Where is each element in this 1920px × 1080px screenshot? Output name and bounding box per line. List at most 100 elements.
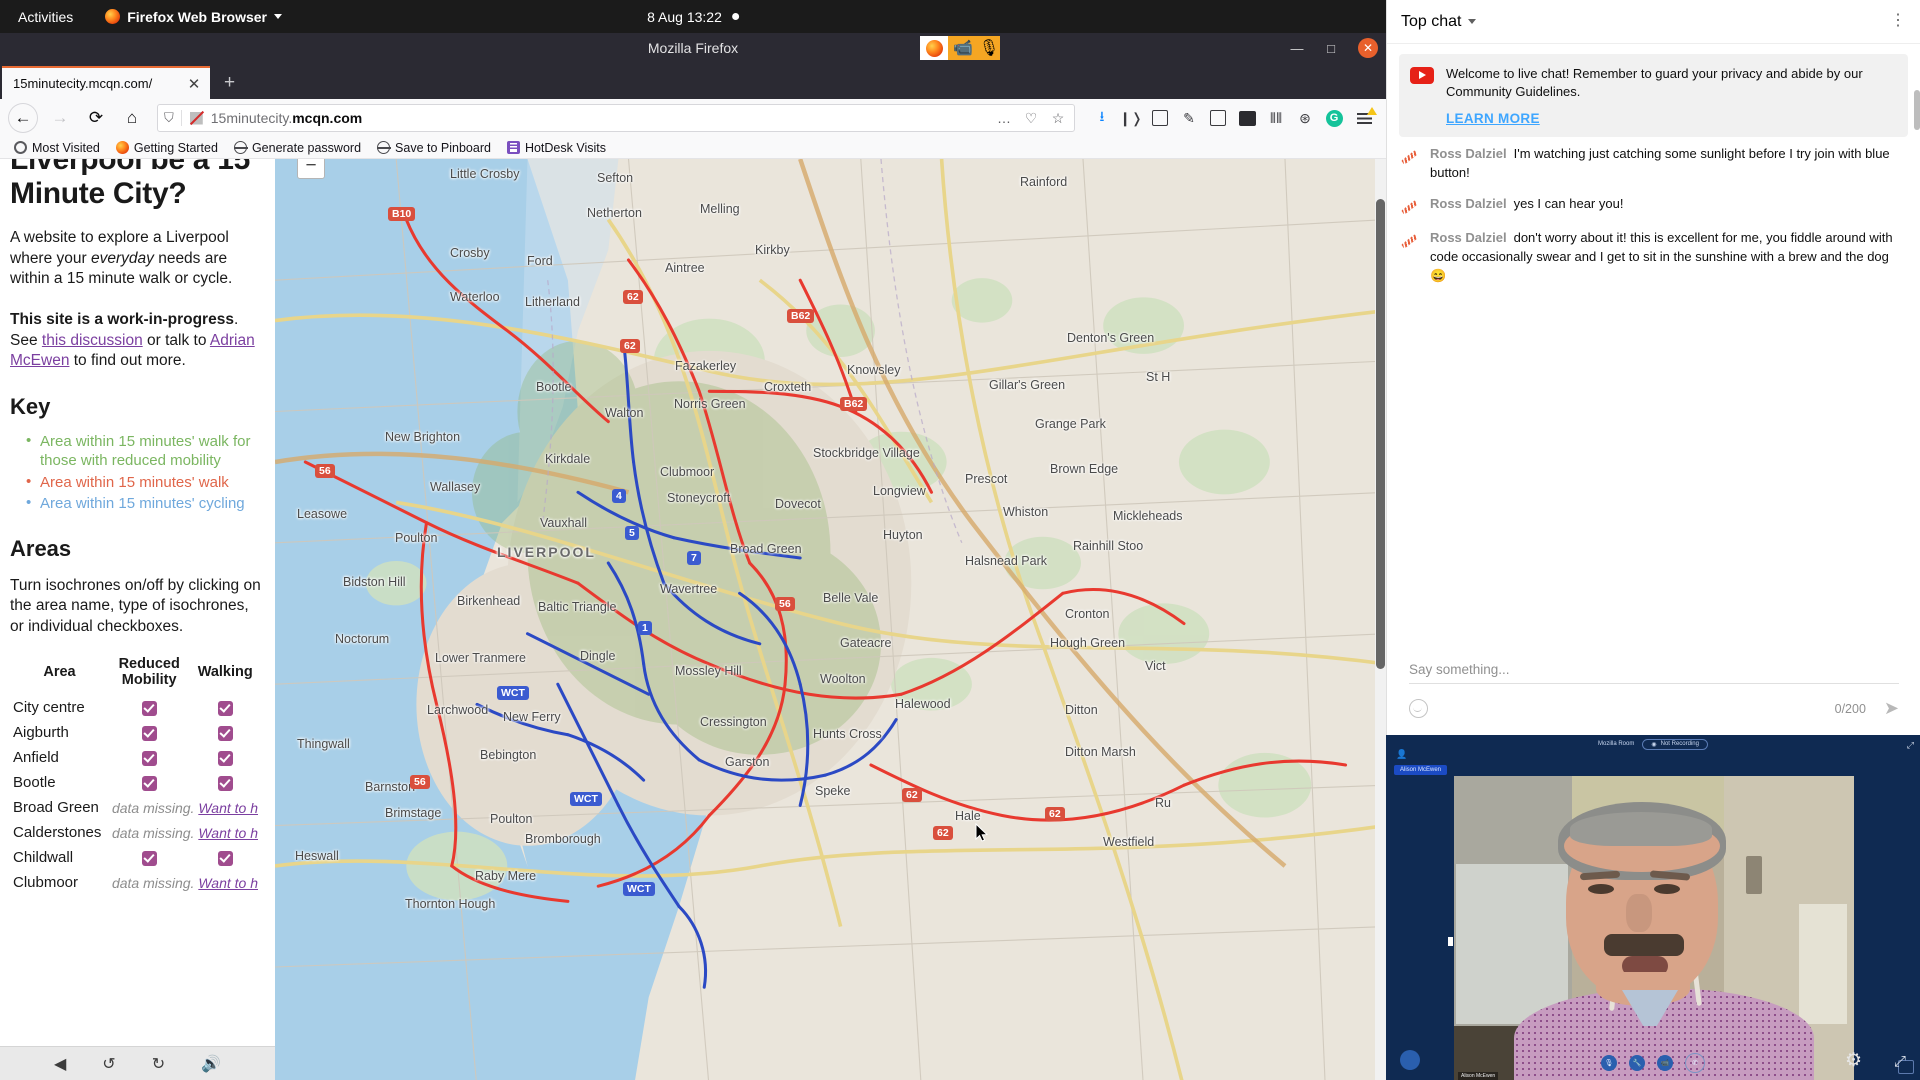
want-to-help-link[interactable]: Want to h — [198, 800, 258, 816]
forward-button[interactable]: → — [43, 103, 77, 133]
checkbox-checked-icon[interactable] — [217, 775, 233, 791]
column-header-reduced-mobility[interactable]: Reduced Mobility — [109, 654, 189, 695]
checkbox-checked-icon[interactable] — [217, 850, 233, 866]
app-menu-firefox[interactable]: Firefox Web Browser — [105, 9, 283, 25]
chat-author[interactable]: Ross Dalziel — [1430, 146, 1507, 161]
chat-scrollbar-thumb[interactable] — [1914, 90, 1920, 130]
checkbox-reduced-mobility[interactable] — [109, 770, 189, 795]
column-header-area[interactable]: Area — [10, 654, 109, 695]
close-icon[interactable]: ✕ — [186, 75, 202, 93]
checkbox-checked-icon[interactable] — [217, 700, 233, 716]
maximize-button[interactable]: □ — [1324, 41, 1338, 56]
volume-icon[interactable]: 🔊 — [201, 1054, 221, 1074]
library-icon[interactable]: ❙❭ — [1118, 105, 1144, 131]
checkbox-walking[interactable] — [189, 845, 261, 870]
checkbox-checked-icon[interactable] — [141, 725, 157, 741]
table-row[interactable]: City centre — [10, 695, 261, 720]
chat-author[interactable]: Ross Dalziel — [1430, 230, 1507, 245]
grammarly-icon[interactable]: G — [1321, 105, 1347, 131]
chat-input[interactable]: Say something... — [1409, 662, 1899, 677]
table-row[interactable]: Broad Green data missing. Want to h — [10, 795, 261, 820]
map-viewport[interactable]: − Little Crosby Sefton Rainford Netherton Me… — [275, 159, 1386, 1080]
checkbox-checked-icon[interactable] — [217, 725, 233, 741]
table-row[interactable]: Anfield — [10, 745, 261, 770]
settings-button[interactable]: 🔧 — [1629, 1055, 1645, 1071]
bookmark-generate-password[interactable]: Generate password — [228, 140, 367, 156]
chevron-down-icon[interactable] — [1468, 19, 1477, 24]
area-name[interactable]: Bootle — [10, 770, 109, 795]
dark-reader-icon[interactable] — [1234, 105, 1260, 131]
activities-button[interactable]: Activities — [0, 9, 87, 25]
checkbox-checked-icon[interactable] — [141, 700, 157, 716]
bookmark-star-icon[interactable]: ☆ — [1048, 110, 1068, 127]
screen-share-indicator[interactable]: 📹 🎙 — [920, 33, 1000, 63]
checkbox-walking[interactable] — [189, 770, 261, 795]
learn-more-link[interactable]: LEARN MORE — [1446, 111, 1895, 126]
video-corner-button[interactable] — [1400, 1050, 1420, 1070]
table-row[interactable]: Aigburth — [10, 720, 261, 745]
checkbox-checked-icon[interactable] — [141, 775, 157, 791]
recording-status-pill[interactable]: ◉ Not Recording — [1642, 738, 1708, 750]
pocket-icon[interactable]: ♡ — [1021, 110, 1041, 127]
close-button[interactable]: ✕ — [1358, 38, 1378, 58]
zoom-out-button[interactable]: − — [297, 159, 325, 179]
chat-input-row[interactable]: Say something... — [1409, 662, 1899, 684]
address-bar[interactable]: ⛉ 15minutecity.mcqn.com … ♡ ☆ — [157, 104, 1075, 132]
chat-author[interactable]: Ross Dalziel — [1430, 196, 1507, 211]
minimize-button[interactable]: — — [1290, 41, 1304, 56]
gear-icon[interactable]: ⚙ — [1845, 1049, 1862, 1072]
new-tab-button[interactable]: + — [224, 72, 235, 94]
area-name[interactable]: Childwall — [10, 845, 109, 870]
checkbox-walking[interactable] — [189, 695, 261, 720]
checkbox-reduced-mobility[interactable] — [109, 745, 189, 770]
area-name[interactable]: City centre — [10, 695, 109, 720]
checkbox-walking[interactable] — [189, 745, 261, 770]
want-to-help-link[interactable]: Want to h — [198, 875, 258, 891]
microphone-button[interactable]: 🎙 — [1601, 1055, 1617, 1071]
camera-button[interactable]: 📹 — [1657, 1055, 1673, 1071]
camera-sharing-icon[interactable]: 📹 — [948, 36, 978, 60]
chat-overflow-menu-icon[interactable]: ⋮ — [1890, 13, 1906, 29]
video-call-tile[interactable]: Mozilla Room ◉ Not Recording 👤 Alison Mc… — [1386, 735, 1920, 1080]
screenshot-icon[interactable] — [1205, 105, 1231, 131]
overflow-icon[interactable]: … — [994, 110, 1014, 126]
sidebar-icon[interactable] — [1147, 105, 1173, 131]
bookmark-getting-started[interactable]: Getting Started — [110, 140, 224, 156]
checkbox-reduced-mobility[interactable] — [109, 720, 189, 745]
area-name[interactable]: Clubmoor — [10, 870, 109, 895]
bookmark-save-to-pinboard[interactable]: Save to Pinboard — [371, 140, 497, 156]
bookmark-hotdesk-visits[interactable]: HotDesk Visits — [501, 140, 612, 156]
downloads-icon[interactable]: ⭳ — [1089, 105, 1115, 131]
checkbox-walking[interactable] — [189, 720, 261, 745]
scrollbar-thumb[interactable] — [1376, 199, 1385, 669]
area-name[interactable]: Broad Green — [10, 795, 109, 820]
area-name[interactable]: Aigburth — [10, 720, 109, 745]
want-to-help-link[interactable]: Want to h — [198, 825, 258, 841]
discussion-link[interactable]: this discussion — [42, 332, 143, 349]
shield-icon[interactable]: ⛉ — [164, 110, 174, 126]
send-icon[interactable]: ➤ — [1884, 698, 1899, 719]
checkbox-checked-icon[interactable] — [217, 750, 233, 766]
bookmark-most-visited[interactable]: Most Visited — [8, 140, 106, 156]
account-icon[interactable]: ⊛ — [1292, 105, 1318, 131]
forward-10-icon[interactable]: ↻ — [152, 1054, 165, 1074]
previous-icon[interactable]: ◀ — [54, 1054, 66, 1074]
noscript-icon[interactable] — [189, 111, 204, 126]
area-name[interactable]: Calderstones — [10, 820, 109, 845]
clock[interactable]: 8 Aug 13:22 — [647, 9, 739, 25]
home-button[interactable]: ⌂ — [115, 103, 149, 133]
chat-mode-label[interactable]: Top chat — [1401, 13, 1461, 31]
expand-icon[interactable]: ⤢ — [1907, 740, 1914, 751]
reload-button[interactable]: ⟳ — [79, 103, 113, 133]
emoji-icon[interactable] — [1409, 699, 1428, 718]
checkbox-reduced-mobility[interactable] — [109, 845, 189, 870]
checkbox-checked-icon[interactable] — [141, 750, 157, 766]
application-menu-button[interactable] — [1350, 105, 1378, 131]
table-row[interactable]: Bootle — [10, 770, 261, 795]
pocket-save-icon[interactable]: ✎ — [1176, 105, 1202, 131]
replay-10-icon[interactable]: ↺ — [102, 1054, 115, 1074]
columns-icon[interactable]: ⦀⦀ — [1263, 105, 1289, 131]
fullscreen-icon[interactable]: ⤢ — [1894, 1053, 1906, 1070]
leave-button[interactable]: ✆ — [1685, 1053, 1705, 1073]
microphone-sharing-icon[interactable]: 🎙 — [978, 36, 1000, 60]
